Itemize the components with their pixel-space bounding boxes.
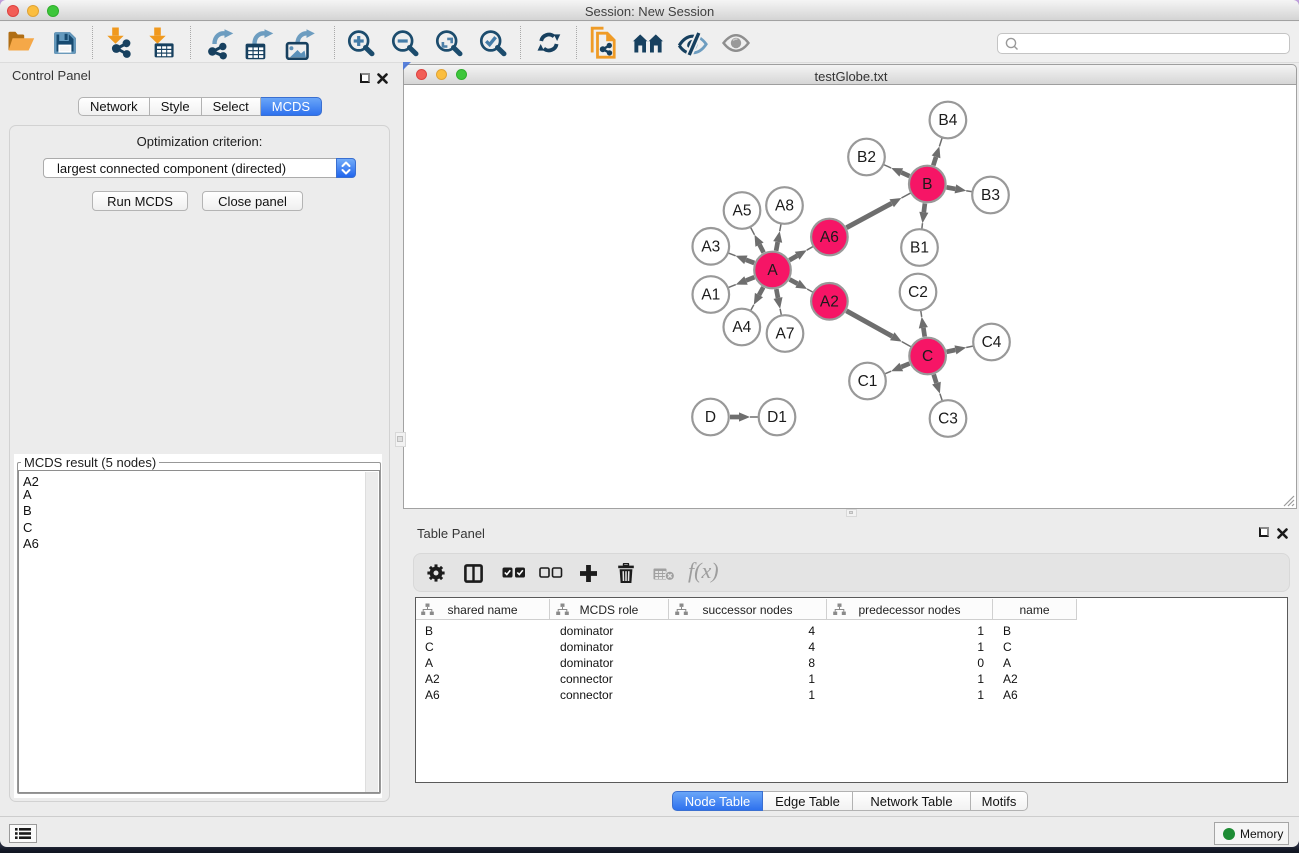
svg-text:D1: D1 (767, 409, 787, 426)
svg-text:C: C (922, 348, 933, 365)
svg-text:C3: C3 (938, 411, 958, 428)
svg-text:A3: A3 (701, 239, 720, 256)
svg-text:A4: A4 (732, 319, 751, 336)
svg-text:A6: A6 (820, 229, 839, 246)
svg-text:A2: A2 (820, 294, 839, 311)
svg-text:D: D (705, 409, 716, 426)
svg-text:C4: C4 (982, 334, 1002, 351)
svg-text:C2: C2 (908, 284, 928, 301)
svg-text:C1: C1 (858, 373, 878, 390)
svg-text:A8: A8 (775, 198, 794, 215)
svg-text:B: B (922, 176, 932, 193)
svg-text:B1: B1 (910, 240, 929, 257)
svg-text:A5: A5 (733, 203, 752, 220)
svg-text:A: A (767, 262, 778, 279)
svg-text:A7: A7 (776, 326, 795, 343)
svg-text:B2: B2 (857, 149, 876, 166)
svg-text:B3: B3 (981, 187, 1000, 204)
svg-text:B4: B4 (938, 112, 957, 129)
svg-text:A1: A1 (701, 287, 720, 304)
